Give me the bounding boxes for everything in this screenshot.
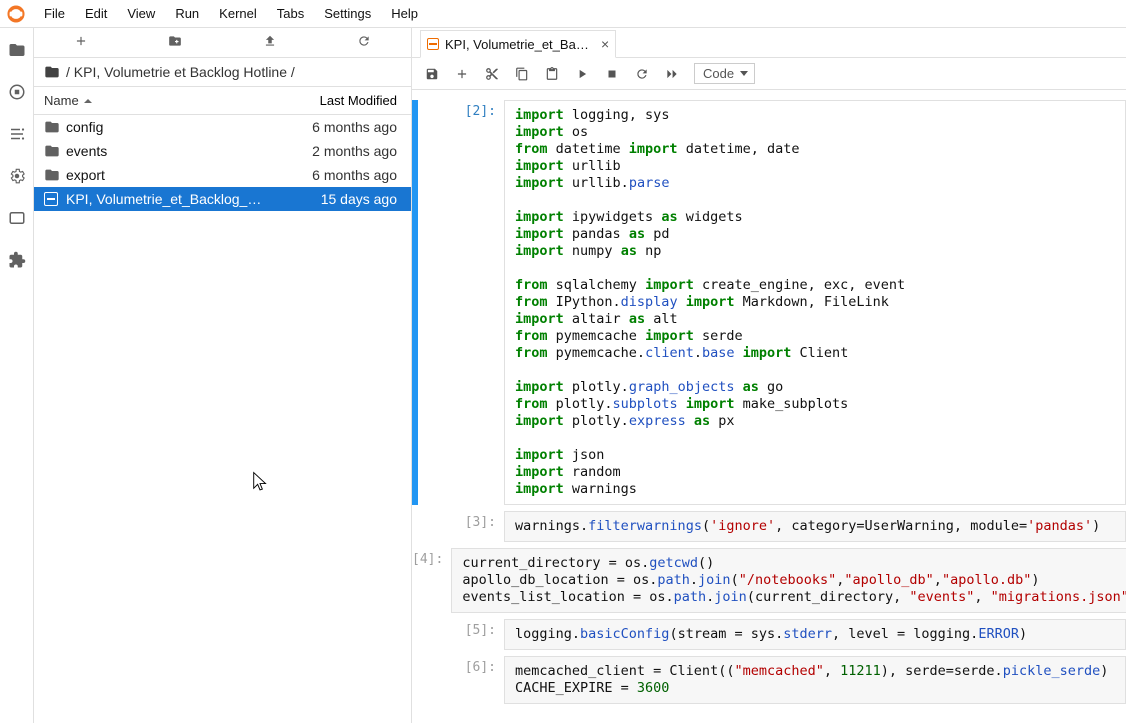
code-editor[interactable]: import logging, sys import os from datet… xyxy=(504,100,1126,505)
folder-icon xyxy=(44,167,62,183)
restart-button[interactable] xyxy=(634,66,650,82)
notebook: [2]:import logging, sys import os from d… xyxy=(412,90,1126,723)
code-editor[interactable]: memcached_client = Client(("memcached", … xyxy=(504,656,1126,704)
running-icon[interactable] xyxy=(7,82,27,102)
upload-button[interactable] xyxy=(223,34,317,51)
close-icon[interactable]: × xyxy=(601,36,609,52)
notebook-toolbar: Code xyxy=(412,58,1126,90)
notebook-row[interactable]: KPI, Volumetrie_et_Backlog_HOTLI…15 days… xyxy=(34,187,411,211)
breadcrumb[interactable]: / KPI, Volumetrie et Backlog Hotline / xyxy=(34,58,411,86)
tab-bar: KPI, Volumetrie_et_Backlog_H × xyxy=(412,28,1126,58)
cell-prompt: [2]: xyxy=(418,100,504,505)
file-modified: 2 months ago xyxy=(271,143,401,159)
stop-button[interactable] xyxy=(604,66,620,82)
refresh-button[interactable] xyxy=(317,34,411,51)
new-launcher-button[interactable] xyxy=(34,34,128,51)
folder-row[interactable]: export6 months ago xyxy=(34,163,411,187)
file-list: config6 months agoevents2 months agoexpo… xyxy=(34,115,411,723)
cell-prompt: [5]: xyxy=(418,619,504,650)
menu-file[interactable]: File xyxy=(34,2,75,25)
menu-run[interactable]: Run xyxy=(165,2,209,25)
code-cell[interactable]: [4]:current_directory = os.getcwd() apol… xyxy=(412,548,1126,613)
cell-prompt: [3]: xyxy=(418,511,504,542)
file-list-header: Name Last Modified xyxy=(34,86,411,115)
file-name: events xyxy=(62,143,271,159)
cell-prompt: [4]: xyxy=(412,548,451,613)
code-cell[interactable]: [6]:memcached_client = Client(("memcache… xyxy=(412,656,1126,704)
file-browser: / KPI, Volumetrie et Backlog Hotline / N… xyxy=(34,28,412,723)
cell-input[interactable]: current_directory = os.getcwd() apollo_d… xyxy=(451,548,1126,613)
code-cell[interactable]: [5]:logging.basicConfig(stream = sys.std… xyxy=(412,619,1126,650)
restart-run-all-button[interactable] xyxy=(664,66,680,82)
notebook-icon xyxy=(44,192,62,206)
file-modified: 15 days ago xyxy=(271,191,401,207)
filebrowser-icon[interactable] xyxy=(7,40,27,60)
file-modified: 6 months ago xyxy=(271,167,401,183)
notebook-tab[interactable]: KPI, Volumetrie_et_Backlog_H × xyxy=(420,30,616,58)
notebook-icon xyxy=(427,38,439,50)
code-editor[interactable]: current_directory = os.getcwd() apollo_d… xyxy=(451,548,1126,613)
paste-button[interactable] xyxy=(544,66,560,82)
save-button[interactable] xyxy=(424,66,440,82)
file-name: config xyxy=(62,119,271,135)
column-modified[interactable]: Last Modified xyxy=(281,87,411,114)
menu-settings[interactable]: Settings xyxy=(314,2,381,25)
cell-input[interactable]: warnings.filterwarnings('ignore', catego… xyxy=(504,511,1126,542)
file-browser-toolbar xyxy=(34,28,411,58)
menu-help[interactable]: Help xyxy=(381,2,428,25)
tab-label: KPI, Volumetrie_et_Backlog_H xyxy=(445,37,595,52)
editor-area: KPI, Volumetrie_et_Backlog_H × Code [2]:… xyxy=(412,28,1126,723)
column-name[interactable]: Name xyxy=(34,87,281,114)
code-cell[interactable]: [3]:warnings.filterwarnings('ignore', ca… xyxy=(412,511,1126,542)
folder-row[interactable]: events2 months ago xyxy=(34,139,411,163)
folder-row[interactable]: config6 months ago xyxy=(34,115,411,139)
folder-icon xyxy=(44,119,62,135)
run-button[interactable] xyxy=(574,66,590,82)
cell-input[interactable]: import logging, sys import os from datet… xyxy=(504,100,1126,505)
menu-kernel[interactable]: Kernel xyxy=(209,2,267,25)
menu-tabs[interactable]: Tabs xyxy=(267,2,314,25)
extensions-icon[interactable] xyxy=(7,250,27,270)
tabs-icon[interactable] xyxy=(7,208,27,228)
file-name: export xyxy=(62,167,271,183)
cut-button[interactable] xyxy=(484,66,500,82)
code-editor[interactable]: logging.basicConfig(stream = sys.stderr,… xyxy=(504,619,1126,650)
menu-edit[interactable]: Edit xyxy=(75,2,117,25)
file-modified: 6 months ago xyxy=(271,119,401,135)
file-name: KPI, Volumetrie_et_Backlog_HOTLI… xyxy=(62,191,271,207)
cell-input[interactable]: logging.basicConfig(stream = sys.stderr,… xyxy=(504,619,1126,650)
cell-input[interactable]: memcached_client = Client(("memcached", … xyxy=(504,656,1126,704)
commands-icon[interactable] xyxy=(7,124,27,144)
code-cell[interactable]: [2]:import logging, sys import os from d… xyxy=(412,100,1126,505)
cell-type-select[interactable]: Code xyxy=(694,63,755,84)
property-inspector-icon[interactable] xyxy=(7,166,27,186)
jupyter-logo xyxy=(6,4,26,24)
menu-view[interactable]: View xyxy=(117,2,165,25)
menu-bar: FileEditViewRunKernelTabsSettingsHelp xyxy=(0,0,1126,28)
activity-bar xyxy=(0,28,34,723)
folder-icon xyxy=(44,143,62,159)
copy-button[interactable] xyxy=(514,66,530,82)
main-area: / KPI, Volumetrie et Backlog Hotline / N… xyxy=(0,28,1126,723)
breadcrumb-path[interactable]: / KPI, Volumetrie et Backlog Hotline / xyxy=(66,64,295,80)
code-editor[interactable]: warnings.filterwarnings('ignore', catego… xyxy=(504,511,1126,542)
add-cell-button[interactable] xyxy=(454,66,470,82)
new-folder-button[interactable] xyxy=(128,34,222,51)
cell-prompt: [6]: xyxy=(418,656,504,704)
